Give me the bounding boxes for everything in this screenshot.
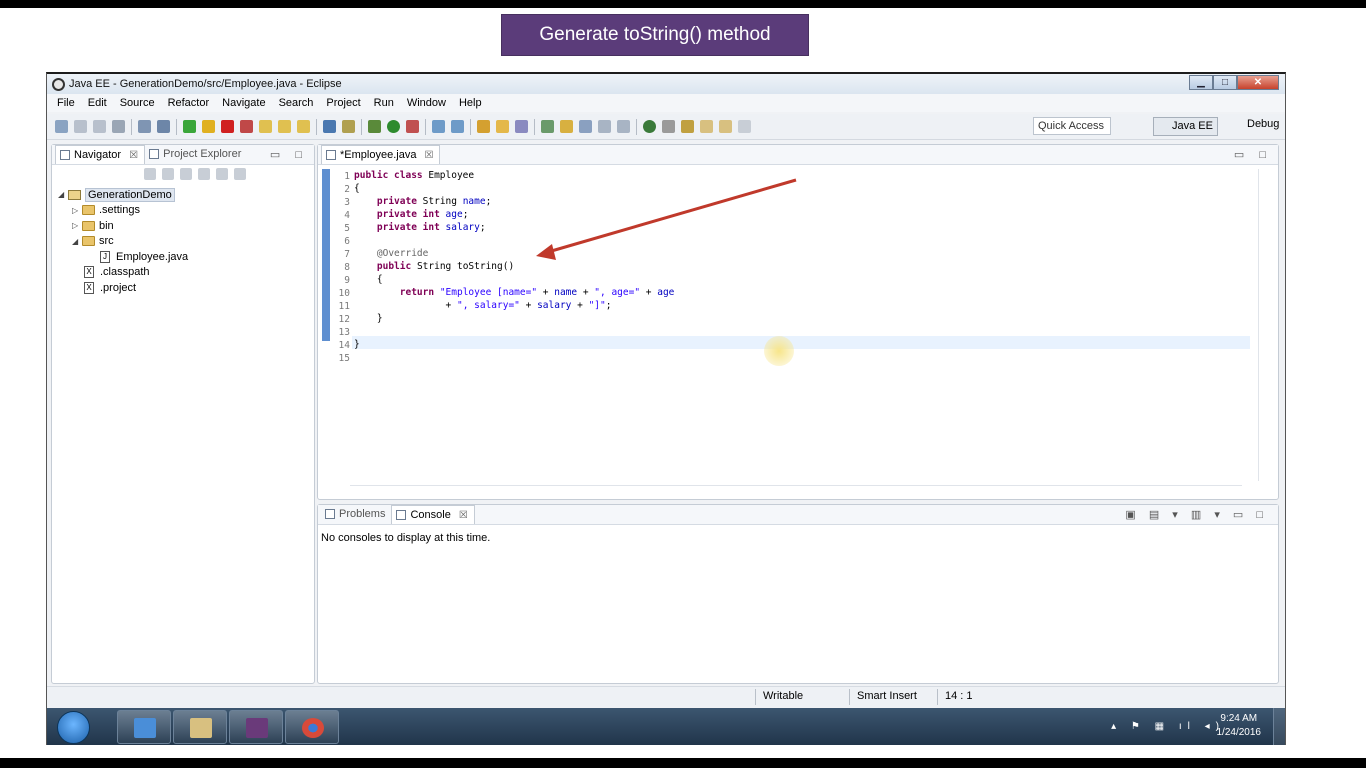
annotation-arrow bbox=[536, 178, 797, 260]
annotation-arrow-line bbox=[547, 178, 797, 254]
video-frame-bottom bbox=[0, 758, 1366, 768]
annotation-arrow-head bbox=[536, 244, 556, 260]
